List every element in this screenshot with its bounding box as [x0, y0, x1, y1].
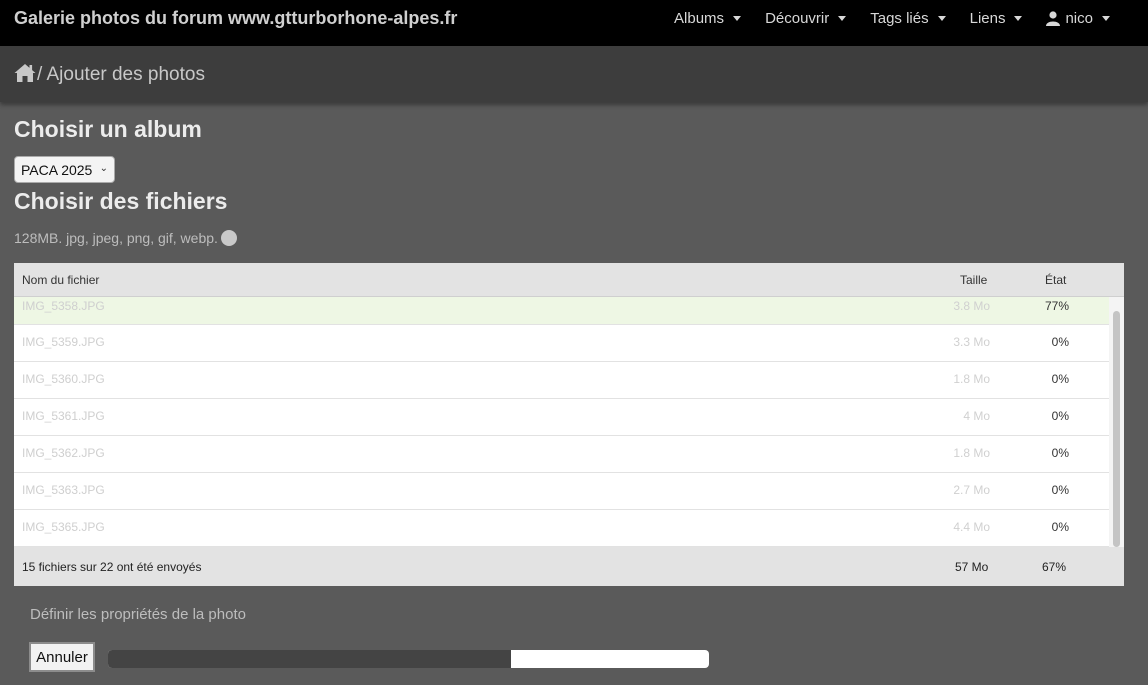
- file-name: IMG_5360.JPG: [22, 372, 105, 386]
- table-row: IMG_5363.JPG 2.7 Mo 0%: [14, 473, 1109, 510]
- file-name: IMG_5359.JPG: [22, 335, 105, 349]
- total-state: 67%: [1042, 560, 1067, 574]
- file-name: IMG_5365.JPG: [22, 520, 105, 534]
- total-size: 57 Mo: [955, 560, 989, 574]
- table-row: IMG_5365.JPG 4.4 Mo 0%: [14, 510, 1109, 547]
- nav-links-label: Liens: [969, 10, 1006, 27]
- nav-user-menu[interactable]: nico: [1046, 10, 1110, 27]
- top-navbar: Galerie photos du forum www.gtturborhone…: [0, 0, 1148, 46]
- upload-summary: 15 fichiers sur 22 ont été envoyés: [22, 560, 202, 574]
- table-row: IMG_5358.JPG 3.8 Mo 77%: [14, 297, 1109, 325]
- file-state: 0%: [1051, 520, 1069, 534]
- file-name: IMG_5362.JPG: [22, 446, 105, 460]
- home-icon[interactable]: [14, 63, 36, 83]
- file-state: 0%: [1051, 483, 1069, 497]
- table-footer: 15 fichiers sur 22 ont été envoyés 57 Mo…: [14, 547, 1124, 586]
- allowed-formats: 128MB. jpg, jpeg, png, gif, webp.: [14, 230, 218, 246]
- breadcrumb-current: / Ajouter des photos: [37, 64, 205, 85]
- file-name: IMG_5361.JPG: [22, 409, 105, 423]
- header-name: Nom du fichier: [22, 273, 100, 287]
- caret-down-icon: [838, 16, 847, 21]
- file-size: 3.8 Mo: [953, 299, 990, 313]
- file-size: 1.8 Mo: [953, 372, 990, 386]
- table-row: IMG_5359.JPG 3.3 Mo 0%: [14, 325, 1109, 362]
- scrollbar-thumb[interactable]: [1113, 311, 1120, 547]
- file-size: 2.7 Mo: [953, 483, 990, 497]
- header-size: Taille: [960, 273, 988, 287]
- cancel-button[interactable]: Annuler: [29, 642, 95, 672]
- file-state: 77%: [1044, 299, 1069, 313]
- table-row: IMG_5361.JPG 4 Mo 0%: [14, 399, 1109, 436]
- nav-related-tags-label: Tags liés: [870, 10, 929, 27]
- site-brand[interactable]: Galerie photos du forum www.gtturborhone…: [14, 8, 457, 29]
- nav-discover-label: Découvrir: [765, 10, 830, 27]
- nav-discover[interactable]: Découvrir: [765, 10, 847, 27]
- nav-albums-label: Albums: [674, 10, 725, 27]
- file-size: 3.3 Mo: [953, 335, 990, 349]
- upload-progress-fill: [108, 650, 511, 668]
- file-state: 0%: [1051, 446, 1069, 460]
- photo-properties-link[interactable]: Définir les propriétés de la photo: [30, 606, 246, 623]
- upload-progress-bar: [108, 650, 709, 668]
- table-scrollbar[interactable]: [1109, 297, 1124, 547]
- file-size: 1.8 Mo: [953, 446, 990, 460]
- info-icon[interactable]: [221, 230, 237, 246]
- chevron-down-icon: ⌄: [99, 163, 108, 174]
- caret-down-icon: [1014, 16, 1023, 21]
- nav-menu: Albums Découvrir Tags liés Liens nico: [674, 10, 1110, 27]
- files-section-title: Choisir des fichiers: [14, 188, 228, 214]
- file-state: 0%: [1051, 335, 1069, 349]
- file-size: 4.4 Mo: [953, 520, 990, 534]
- nav-albums[interactable]: Albums: [674, 10, 742, 27]
- table-body[interactable]: IMG_5358.JPG 3.8 Mo 77% IMG_5359.JPG 3.3…: [14, 297, 1109, 547]
- album-section-title: Choisir un album: [14, 116, 202, 142]
- file-state: 0%: [1051, 409, 1069, 423]
- nav-related-tags[interactable]: Tags liés: [870, 10, 946, 27]
- table-row: IMG_5362.JPG 1.8 Mo 0%: [14, 436, 1109, 473]
- caret-down-icon: [1102, 16, 1110, 21]
- caret-down-icon: [733, 16, 742, 21]
- file-state: 0%: [1051, 372, 1069, 386]
- header-state: État: [1045, 273, 1067, 287]
- file-name: IMG_5363.JPG: [22, 483, 105, 497]
- table-row: IMG_5360.JPG 1.8 Mo 0%: [14, 362, 1109, 399]
- upload-table: Nom du fichier Taille État IMG_5358.JPG …: [14, 263, 1124, 586]
- file-size: 4 Mo: [963, 409, 990, 423]
- nav-links[interactable]: Liens: [970, 10, 1023, 27]
- file-name: IMG_5358.JPG: [22, 299, 105, 313]
- album-select[interactable]: PACA 2025 ⌄: [14, 156, 115, 183]
- album-select-value: PACA 2025: [21, 161, 93, 178]
- caret-down-icon: [937, 16, 946, 21]
- user-icon: [1046, 11, 1061, 26]
- table-header: Nom du fichier Taille État: [14, 263, 1124, 297]
- nav-user-label: nico: [1065, 10, 1093, 27]
